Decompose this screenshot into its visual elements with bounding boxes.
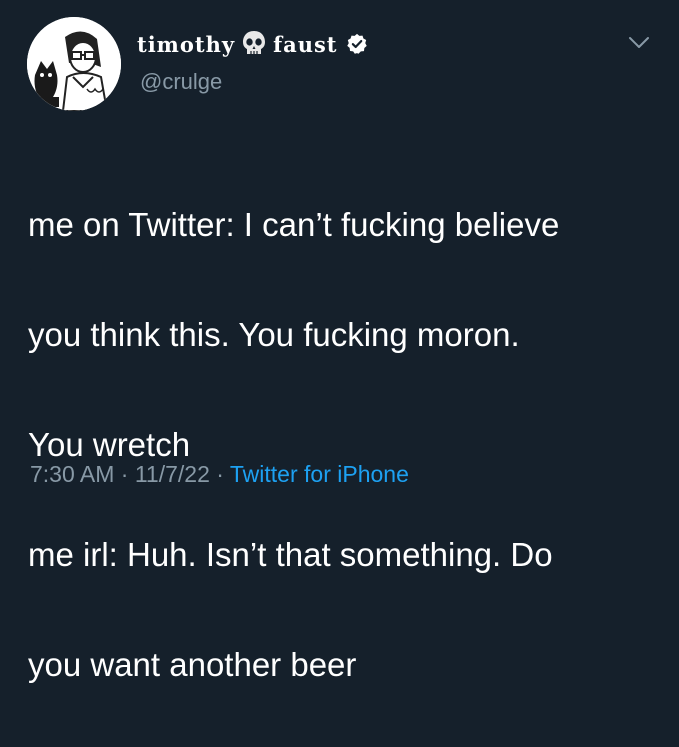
tweet-card: timothy faust @crulge me on Twitter: I c… (0, 0, 679, 683)
tweet-metadata: 7:30 AM · 11/7/22 · Twitter for iPhone (30, 461, 409, 488)
verified-badge-icon (346, 33, 367, 54)
tweet-text: me on Twitter: I can’t fucking believe y… (28, 142, 658, 747)
tweet-text-line: you want another beer (28, 646, 357, 683)
meta-separator: · (114, 461, 135, 487)
user-handle[interactable]: @crulge (140, 69, 222, 95)
tweet-date[interactable]: 11/7/22 (135, 461, 210, 487)
tweet-text-line: you think this. You fucking moron. (28, 316, 520, 353)
display-name-last: faust (273, 31, 338, 57)
skull-icon (243, 31, 266, 54)
chevron-down-icon[interactable] (628, 36, 650, 50)
tweet-text-line: me irl: Huh. Isn’t that something. Do (28, 536, 553, 573)
meta-separator: · (209, 461, 230, 487)
display-name-first: timothy (137, 31, 236, 57)
tweet-text-line: me on Twitter: I can’t fucking believe (28, 206, 560, 243)
avatar-illustration (27, 17, 121, 111)
tweet-source-link[interactable]: Twitter for iPhone (230, 461, 409, 487)
avatar[interactable] (27, 17, 121, 111)
tweet-time[interactable]: 7:30 AM (30, 461, 114, 487)
display-name[interactable]: timothy faust (137, 27, 368, 61)
